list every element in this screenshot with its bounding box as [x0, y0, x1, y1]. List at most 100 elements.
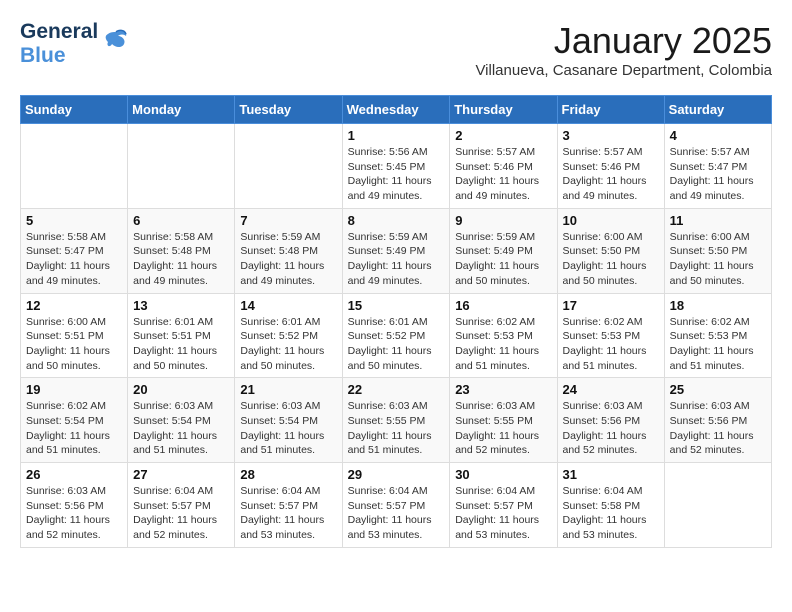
- day-number: 28: [240, 467, 336, 482]
- cell-info: Sunrise: 5:58 AMSunset: 5:47 PMDaylight:…: [26, 230, 122, 289]
- calendar-week-row: 19 Sunrise: 6:02 AMSunset: 5:54 PMDayligh…: [21, 378, 772, 463]
- cell-info: Sunrise: 6:02 AMSunset: 5:54 PMDaylight:…: [26, 399, 122, 458]
- calendar-cell: 29Sunrise: 6:04 AMSunset: 5:57 PMDayligh…: [342, 463, 450, 548]
- cell-info: Sunrise: 6:03 AMSunset: 5:54 PMDaylight:…: [133, 399, 229, 458]
- calendar-cell: 24Sunrise: 6:03 AMSunset: 5:56 PMDayligh…: [557, 378, 664, 463]
- calendar-cell: 23Sunrise: 6:03 AMSunset: 5:55 PMDayligh…: [450, 378, 557, 463]
- calendar-cell: [664, 463, 771, 548]
- calendar-cell: 27 Sunrise: 6:04 AMSunset: 5:57 PMDayligh…: [128, 463, 235, 548]
- location-subtitle: Villanueva, Casanare Department, Colombi…: [475, 62, 772, 79]
- calendar-cell: 5 Sunrise: 5:58 AMSunset: 5:47 PMDaylight…: [21, 208, 128, 293]
- day-number: 12: [26, 298, 122, 313]
- calendar-cell: 11 Sunrise: 6:00 AMSunset: 5:50 PMDayligh…: [664, 208, 771, 293]
- day-number: 25: [670, 382, 766, 397]
- cell-info: Sunrise: 5:58 AMSunset: 5:48 PMDaylight:…: [133, 230, 229, 289]
- calendar-cell: 25Sunrise: 6:03 AMSunset: 5:56 PMDayligh…: [664, 378, 771, 463]
- day-number: 7: [240, 213, 336, 228]
- cell-info: Sunrise: 6:00 AMSunset: 5:50 PMDaylight:…: [670, 230, 766, 289]
- day-number: 24: [563, 382, 659, 397]
- cell-info: Sunrise: 5:57 AMSunset: 5:47 PMDaylight:…: [670, 145, 766, 204]
- cell-info: Sunrise: 5:56 AMSunset: 5:45 PMDaylight:…: [348, 145, 445, 204]
- day-number: 30: [455, 467, 551, 482]
- cell-info: Sunrise: 6:00 AMSunset: 5:50 PMDaylight:…: [563, 230, 659, 289]
- weekday-header: Sunday: [21, 96, 128, 124]
- cell-info: Sunrise: 6:00 AMSunset: 5:51 PMDaylight:…: [26, 315, 122, 374]
- cell-info: Sunrise: 6:01 AMSunset: 5:51 PMDaylight:…: [133, 315, 229, 374]
- calendar-cell: 14 Sunrise: 6:01 AMSunset: 5:52 PMDayligh…: [235, 293, 342, 378]
- logo: General Blue: [20, 20, 130, 68]
- calendar-cell: 28 Sunrise: 6:04 AMSunset: 5:57 PMDayligh…: [235, 463, 342, 548]
- day-number: 8: [348, 213, 445, 228]
- day-number: 5: [26, 213, 122, 228]
- cell-info: Sunrise: 6:04 AMSunset: 5:58 PMDaylight:…: [563, 484, 659, 543]
- day-number: 16: [455, 298, 551, 313]
- cell-info: Sunrise: 5:57 AMSunset: 5:46 PMDaylight:…: [563, 145, 659, 204]
- cell-info: Sunrise: 6:03 AMSunset: 5:54 PMDaylight:…: [240, 399, 336, 458]
- calendar-cell: 6Sunrise: 5:58 AMSunset: 5:48 PMDaylight…: [128, 208, 235, 293]
- weekday-header: Tuesday: [235, 96, 342, 124]
- cell-info: Sunrise: 6:02 AMSunset: 5:53 PMDaylight:…: [670, 315, 766, 374]
- day-number: 29: [348, 467, 445, 482]
- day-number: 18: [670, 298, 766, 313]
- day-number: 22: [348, 382, 445, 397]
- calendar-cell: 7 Sunrise: 5:59 AMSunset: 5:48 PMDaylight…: [235, 208, 342, 293]
- day-number: 15: [348, 298, 445, 313]
- day-number: 20: [133, 382, 229, 397]
- calendar-cell: 22Sunrise: 6:03 AMSunset: 5:55 PMDayligh…: [342, 378, 450, 463]
- calendar-table: SundayMondayTuesdayWednesdayThursdayFrid…: [20, 95, 772, 548]
- calendar-week-row: 5 Sunrise: 5:58 AMSunset: 5:47 PMDaylight…: [21, 208, 772, 293]
- day-number: 4: [670, 128, 766, 143]
- day-number: 19: [26, 382, 122, 397]
- day-number: 27: [133, 467, 229, 482]
- calendar-cell: [235, 124, 342, 209]
- day-number: 14: [240, 298, 336, 313]
- calendar-cell: 16 Sunrise: 6:02 AMSunset: 5:53 PMDayligh…: [450, 293, 557, 378]
- page-header: General Blue January 2025 Villanueva, Ca…: [20, 20, 772, 79]
- cell-info: Sunrise: 6:02 AMSunset: 5:53 PMDaylight:…: [455, 315, 551, 374]
- calendar-cell: 30 Sunrise: 6:04 AMSunset: 5:57 PMDayligh…: [450, 463, 557, 548]
- logo-bird-icon: [102, 26, 130, 59]
- calendar-cell: 21Sunrise: 6:03 AMSunset: 5:54 PMDayligh…: [235, 378, 342, 463]
- title-block: January 2025 Villanueva, Casanare Depart…: [475, 20, 772, 79]
- calendar-week-row: 1Sunrise: 5:56 AMSunset: 5:45 PMDaylight…: [21, 124, 772, 209]
- cell-info: Sunrise: 6:04 AMSunset: 5:57 PMDaylight:…: [455, 484, 551, 543]
- calendar-cell: 31Sunrise: 6:04 AMSunset: 5:58 PMDayligh…: [557, 463, 664, 548]
- calendar-cell: 8Sunrise: 5:59 AMSunset: 5:49 PMDaylight…: [342, 208, 450, 293]
- calendar-cell: [128, 124, 235, 209]
- day-number: 26: [26, 467, 122, 482]
- cell-info: Sunrise: 6:01 AMSunset: 5:52 PMDaylight:…: [348, 315, 445, 374]
- calendar-cell: 12 Sunrise: 6:00 AMSunset: 5:51 PMDayligh…: [21, 293, 128, 378]
- day-number: 23: [455, 382, 551, 397]
- logo-line1: General: [20, 20, 98, 44]
- calendar-cell: 10Sunrise: 6:00 AMSunset: 5:50 PMDayligh…: [557, 208, 664, 293]
- calendar-header-row: SundayMondayTuesdayWednesdayThursdayFrid…: [21, 96, 772, 124]
- calendar-cell: 4 Sunrise: 5:57 AMSunset: 5:47 PMDaylight…: [664, 124, 771, 209]
- cell-info: Sunrise: 6:01 AMSunset: 5:52 PMDaylight:…: [240, 315, 336, 374]
- day-number: 9: [455, 213, 551, 228]
- weekday-header: Saturday: [664, 96, 771, 124]
- day-number: 11: [670, 213, 766, 228]
- calendar-cell: 15 Sunrise: 6:01 AMSunset: 5:52 PMDayligh…: [342, 293, 450, 378]
- calendar-cell: 18 Sunrise: 6:02 AMSunset: 5:53 PMDayligh…: [664, 293, 771, 378]
- calendar-cell: 19 Sunrise: 6:02 AMSunset: 5:54 PMDayligh…: [21, 378, 128, 463]
- cell-info: Sunrise: 5:59 AMSunset: 5:48 PMDaylight:…: [240, 230, 336, 289]
- cell-info: Sunrise: 6:04 AMSunset: 5:57 PMDaylight:…: [133, 484, 229, 543]
- weekday-header: Monday: [128, 96, 235, 124]
- weekday-header: Friday: [557, 96, 664, 124]
- calendar-cell: 9Sunrise: 5:59 AMSunset: 5:49 PMDaylight…: [450, 208, 557, 293]
- calendar-cell: 3 Sunrise: 5:57 AMSunset: 5:46 PMDaylight…: [557, 124, 664, 209]
- calendar-cell: 17Sunrise: 6:02 AMSunset: 5:53 PMDayligh…: [557, 293, 664, 378]
- cell-info: Sunrise: 5:57 AMSunset: 5:46 PMDaylight:…: [455, 145, 551, 204]
- day-number: 13: [133, 298, 229, 313]
- calendar-week-row: 12 Sunrise: 6:00 AMSunset: 5:51 PMDayligh…: [21, 293, 772, 378]
- weekday-header: Thursday: [450, 96, 557, 124]
- calendar-cell: 13 Sunrise: 6:01 AMSunset: 5:51 PMDayligh…: [128, 293, 235, 378]
- calendar-cell: 26 Sunrise: 6:03 AMSunset: 5:56 PMDayligh…: [21, 463, 128, 548]
- day-number: 3: [563, 128, 659, 143]
- cell-info: Sunrise: 6:04 AMSunset: 5:57 PMDaylight:…: [240, 484, 336, 543]
- day-number: 2: [455, 128, 551, 143]
- calendar-cell: [21, 124, 128, 209]
- cell-info: Sunrise: 6:02 AMSunset: 5:53 PMDaylight:…: [563, 315, 659, 374]
- cell-info: Sunrise: 6:03 AMSunset: 5:56 PMDaylight:…: [26, 484, 122, 543]
- calendar-week-row: 26 Sunrise: 6:03 AMSunset: 5:56 PMDayligh…: [21, 463, 772, 548]
